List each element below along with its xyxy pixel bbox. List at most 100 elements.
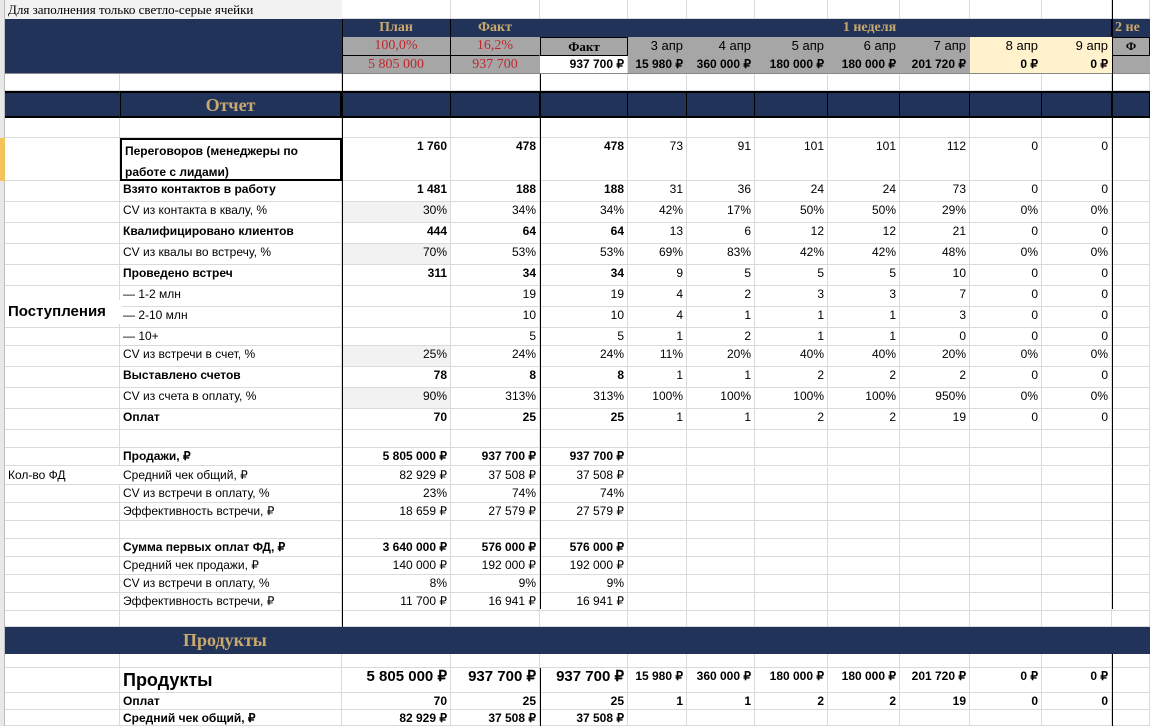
fact-total-value[interactable]: 64 — [540, 223, 628, 244]
empty-cell[interactable] — [900, 611, 970, 627]
plan-value[interactable]: 1 481 — [342, 181, 451, 202]
empty-cell[interactable] — [828, 521, 900, 539]
day-value[interactable]: 36 — [687, 181, 755, 202]
empty-cell[interactable] — [5, 539, 120, 557]
fact-total-value[interactable]: 24% — [540, 346, 628, 367]
empty-cell[interactable] — [828, 611, 900, 627]
day-value[interactable]: 2 — [828, 367, 900, 388]
empty-cell[interactable] — [1112, 539, 1150, 557]
empty-cell[interactable] — [900, 118, 970, 138]
plan-value[interactable]: 140 000 ₽ — [342, 557, 451, 575]
day-value[interactable]: 0 — [1042, 328, 1112, 346]
empty-cell[interactable] — [1042, 485, 1112, 503]
fact-value[interactable]: 34% — [451, 202, 540, 223]
empty-cell[interactable] — [755, 467, 828, 485]
empty-cell[interactable] — [828, 118, 900, 138]
empty-cell[interactable] — [5, 503, 120, 521]
empty-cell[interactable] — [1112, 503, 1150, 521]
day-value[interactable]: 0 — [970, 307, 1042, 328]
day-value[interactable]: 19 — [900, 693, 970, 710]
empty-cell[interactable] — [5, 430, 120, 448]
fact-value[interactable]: 9% — [451, 575, 540, 593]
empty-cell[interactable] — [1042, 503, 1112, 521]
fact-total-value[interactable]: 313% — [540, 388, 628, 409]
plan-value[interactable]: 3 640 000 ₽ — [342, 539, 451, 557]
empty-cell[interactable] — [1042, 593, 1112, 611]
day-value[interactable]: 4 — [628, 307, 687, 328]
empty-cell[interactable] — [970, 521, 1042, 539]
fact-value[interactable]: 8 — [451, 367, 540, 388]
empty-cell[interactable] — [1112, 265, 1150, 286]
day-value[interactable]: 5 — [755, 265, 828, 286]
empty-cell[interactable] — [1112, 0, 1150, 19]
empty-cell[interactable] — [900, 593, 970, 611]
day-value[interactable]: 31 — [628, 181, 687, 202]
empty-cell[interactable] — [900, 448, 970, 466]
day-value[interactable]: 10 — [900, 265, 970, 286]
empty-cell[interactable] — [970, 0, 1042, 19]
day-value[interactable]: 73 — [628, 138, 687, 181]
day-value[interactable]: 24 — [755, 181, 828, 202]
day-value[interactable]: 1 — [687, 693, 755, 710]
empty-cell[interactable] — [755, 654, 828, 668]
empty-cell[interactable] — [970, 654, 1042, 668]
empty-cell[interactable] — [628, 611, 687, 627]
empty-cell[interactable] — [1112, 138, 1150, 181]
day-value[interactable]: 1 — [628, 367, 687, 388]
empty-cell[interactable] — [687, 557, 755, 575]
day-value[interactable]: 1 — [628, 409, 687, 430]
empty-cell[interactable] — [900, 521, 970, 539]
plan-value[interactable]: 1 760 — [342, 138, 451, 181]
day-value[interactable]: 360 000 ₽ — [687, 668, 755, 693]
day-value[interactable]: 0 — [970, 328, 1042, 346]
day-value[interactable]: 9 — [628, 265, 687, 286]
empty-cell[interactable] — [628, 710, 687, 726]
empty-cell[interactable] — [900, 430, 970, 448]
empty-cell[interactable] — [970, 118, 1042, 138]
day-value[interactable]: 1 — [755, 307, 828, 328]
empty-cell[interactable] — [828, 710, 900, 726]
row-label[interactable]: Эффективность встречи, ₽ — [120, 593, 342, 611]
empty-cell[interactable] — [5, 367, 120, 388]
empty-cell[interactable] — [342, 118, 451, 138]
empty-cell[interactable] — [5, 557, 120, 575]
empty-cell[interactable] — [120, 654, 342, 668]
day-value[interactable]: 2 — [687, 328, 755, 346]
day-value[interactable]: 0% — [1042, 388, 1112, 409]
empty-cell[interactable] — [970, 503, 1042, 521]
day-value[interactable]: 2 — [828, 693, 900, 710]
empty-cell[interactable] — [687, 593, 755, 611]
day-value[interactable]: 0 — [1042, 307, 1112, 328]
day-value[interactable]: 20% — [687, 346, 755, 367]
fact-value[interactable]: 74% — [451, 485, 540, 503]
empty-cell[interactable] — [1112, 286, 1150, 307]
empty-cell[interactable] — [120, 430, 342, 448]
empty-cell[interactable] — [1112, 448, 1150, 466]
empty-cell[interactable] — [1042, 430, 1112, 448]
empty-cell[interactable] — [1112, 575, 1150, 593]
day-value[interactable]: 950% — [900, 388, 970, 409]
fact-value[interactable]: 64 — [451, 223, 540, 244]
empty-cell[interactable] — [540, 654, 628, 668]
day-value[interactable]: 0 — [970, 223, 1042, 244]
empty-cell[interactable] — [687, 448, 755, 466]
plan-value[interactable]: 30% — [342, 202, 451, 223]
plan-value[interactable]: 18 659 ₽ — [342, 503, 451, 521]
empty-cell[interactable] — [687, 503, 755, 521]
empty-cell[interactable] — [451, 521, 540, 539]
empty-cell[interactable] — [1112, 430, 1150, 448]
empty-cell[interactable] — [970, 467, 1042, 485]
empty-cell[interactable] — [687, 710, 755, 726]
fact-value[interactable]: 5 — [451, 328, 540, 346]
day-value[interactable]: 0 — [970, 138, 1042, 181]
empty-cell[interactable] — [540, 611, 628, 627]
day-value[interactable]: 0% — [1042, 202, 1112, 223]
empty-cell[interactable] — [1112, 611, 1150, 627]
day-value[interactable]: 1 — [828, 307, 900, 328]
empty-cell[interactable] — [628, 485, 687, 503]
empty-cell[interactable] — [1042, 0, 1112, 19]
fact-total-value[interactable]: 74% — [540, 485, 628, 503]
empty-cell[interactable] — [451, 654, 540, 668]
day-value[interactable]: 0 — [970, 181, 1042, 202]
fact-total-value[interactable]: 5 — [540, 328, 628, 346]
